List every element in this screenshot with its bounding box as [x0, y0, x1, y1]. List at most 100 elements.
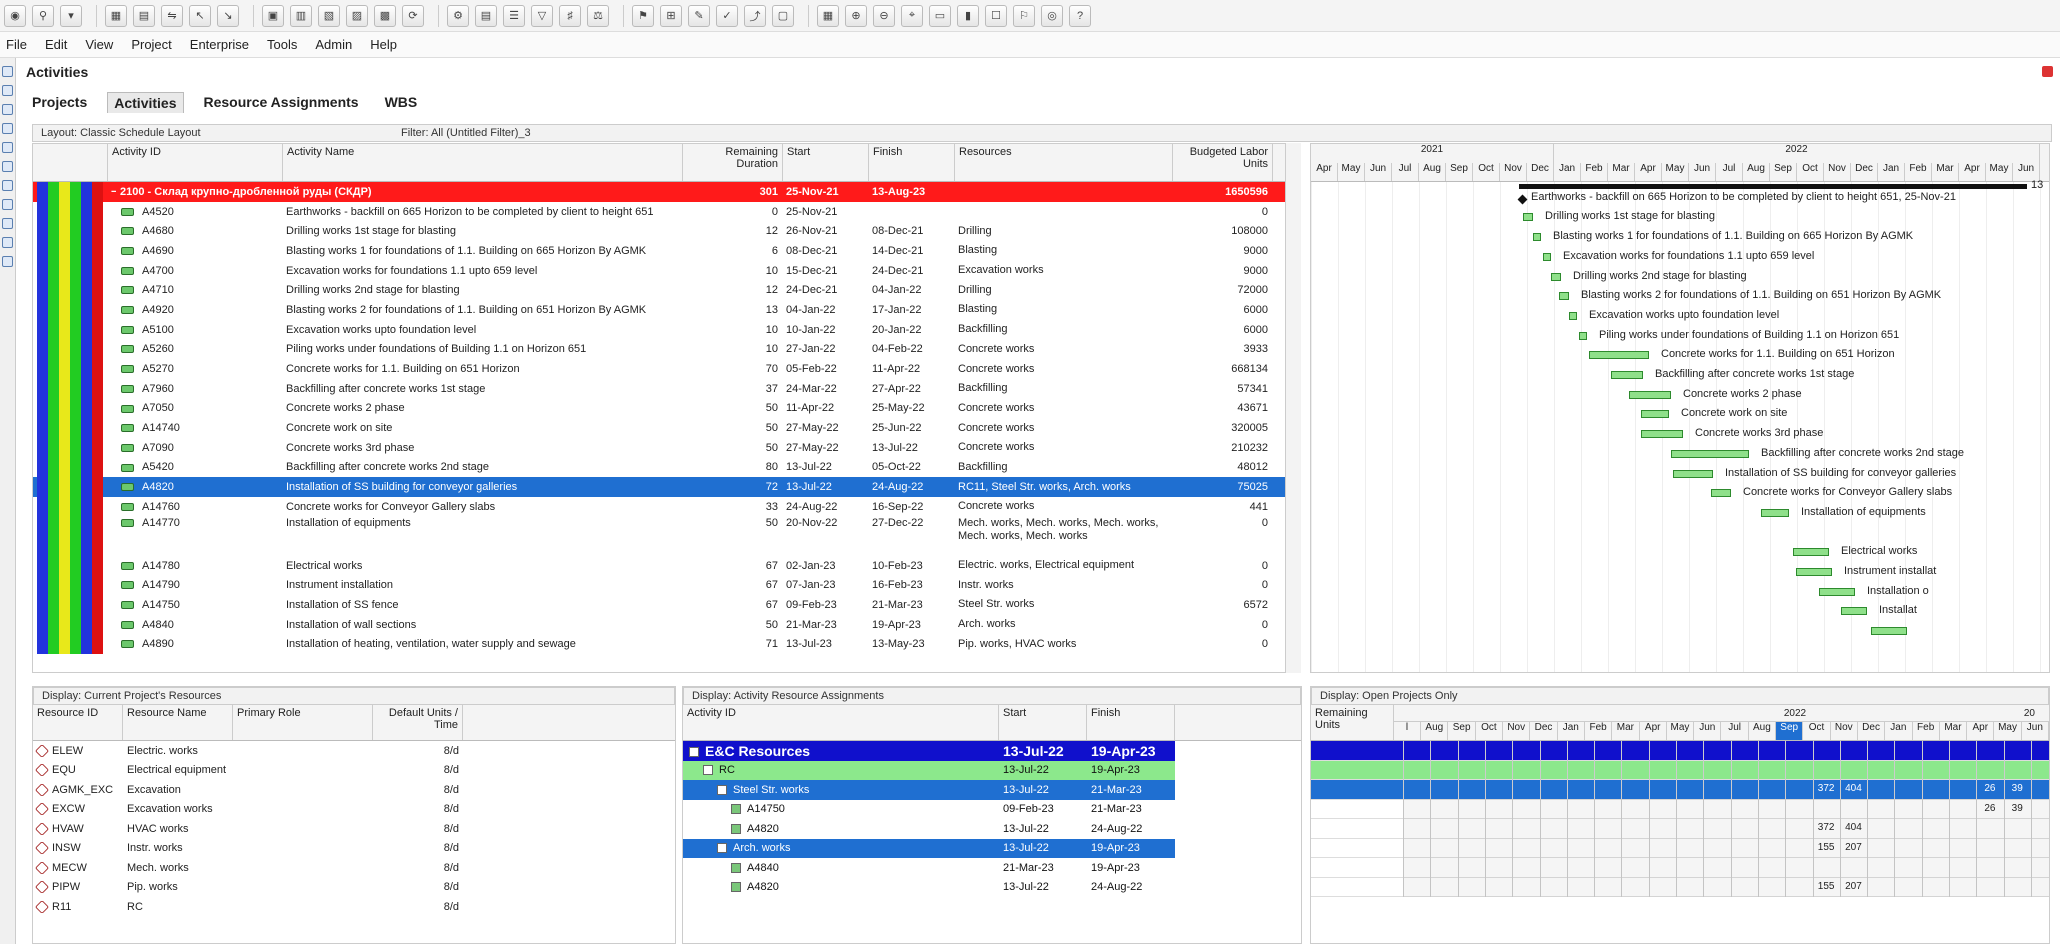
table-row[interactable]: A14770 Installation of equipments 50 20-Nov…	[33, 516, 1292, 556]
table-row[interactable]: A7050 Concrete works 2 phase 50 11-Apr-22 25…	[33, 398, 1292, 419]
menu-item-admin[interactable]: Admin	[315, 37, 352, 52]
menu-item-edit[interactable]: Edit	[45, 37, 67, 52]
toolbar-button-icon[interactable]: ▥	[290, 4, 312, 27]
dock-icon[interactable]	[2, 180, 13, 191]
menu-item-view[interactable]: View	[85, 37, 113, 52]
toolbar-button-icon[interactable]: ▢	[772, 4, 794, 27]
dock-icon[interactable]	[2, 237, 13, 248]
toolbar-button-icon[interactable]: ⚖	[587, 4, 609, 27]
close-icon[interactable]	[2042, 66, 2053, 77]
col-header[interactable]: Start	[783, 144, 869, 181]
resource-row[interactable]: INSW Instr. works 8/d	[33, 839, 675, 859]
assignment-row[interactable]: Steel Str. works 13-Jul-22 21-Mar-23	[683, 780, 1175, 800]
toolbar-button-icon[interactable]: ▤	[133, 4, 155, 27]
table-row[interactable]: A5260 Piling works under foundations of B…	[33, 339, 1292, 360]
col-header[interactable]: Activity Name	[283, 144, 683, 181]
toolbar-button-icon[interactable]: ⚐	[1013, 4, 1035, 27]
tab-resource-assignments[interactable]: Resource Assignments	[198, 92, 365, 113]
assignment-row[interactable]: A14750 09-Feb-23 21-Mar-23	[683, 799, 1175, 819]
assignment-col-header[interactable]: Start	[999, 705, 1087, 740]
toolbar-button-icon[interactable]: ▨	[346, 4, 368, 27]
dock-icon[interactable]	[2, 161, 13, 172]
table-row[interactable]: A4700 Excavation works for foundations 1.…	[33, 260, 1292, 281]
resource-row[interactable]: AGMK_EXC Excavation 8/d	[33, 780, 675, 800]
toolbar-button-icon[interactable]: ☐	[985, 4, 1007, 27]
col-header[interactable]: Activity ID	[108, 144, 283, 181]
table-row[interactable]: A14740 Concrete work on site 50 27-May-22 25…	[33, 418, 1292, 438]
table-row[interactable]: A14760 Concrete works for Conveyor Galler…	[33, 497, 1292, 517]
col-header[interactable]: Finish	[869, 144, 955, 181]
resource-col-header[interactable]: Default Units / Time	[373, 705, 463, 740]
toolbar-button-icon[interactable]: ☰	[503, 4, 525, 27]
table-row[interactable]: A7090 Concrete works 3rd phase 50 27-May-22…	[33, 437, 1292, 458]
dock-icon[interactable]	[2, 66, 13, 77]
resource-row[interactable]: EXCW Excavation works 8/d	[33, 800, 675, 820]
table-row[interactable]: A4840 Installation of wall sections 50 21-M…	[33, 614, 1292, 635]
toolbar-button-icon[interactable]: ◉	[4, 4, 26, 27]
menu-item-help[interactable]: Help	[370, 37, 397, 52]
toolbar-button-icon[interactable]: ⊞	[660, 4, 682, 27]
toolbar-button-icon[interactable]: ⟳	[402, 4, 424, 27]
tab-projects[interactable]: Projects	[26, 92, 93, 113]
table-row[interactable]: A4710 Drilling works 2nd stage for blasti…	[33, 280, 1292, 301]
toolbar-button-icon[interactable]: ⚑	[632, 4, 654, 27]
dock-icon[interactable]	[2, 142, 13, 153]
toolbar-button-icon[interactable]: ▽	[531, 4, 553, 27]
toolbar-button-icon[interactable]: ▦	[817, 4, 839, 27]
dock-icon[interactable]	[2, 199, 13, 210]
toolbar-button-icon[interactable]: ⇋	[161, 4, 183, 27]
toolbar-button-icon[interactable]: ▾	[60, 4, 82, 27]
table-row[interactable]: A14750 Installation of SS fence 67 09-Feb-2…	[33, 595, 1292, 615]
resource-row[interactable]: HVAW HVAC works 8/d	[33, 819, 675, 839]
col-header[interactable]: Resources	[955, 144, 1173, 181]
resource-row[interactable]: R11 RC 8/d	[33, 897, 675, 917]
table-row[interactable]: A5420 Backfilling after concrete works 2n…	[33, 457, 1292, 478]
menu-item-project[interactable]: Project	[131, 37, 171, 52]
dock-icon[interactable]	[2, 218, 13, 229]
col-header[interactable]: Budgeted Labor Units	[1173, 144, 1273, 181]
assignment-row[interactable]: RC 13-Jul-22 19-Apr-23	[683, 760, 1175, 780]
toolbar-button-icon[interactable]: ⚙	[447, 4, 469, 27]
group-expand-icon[interactable]	[689, 747, 699, 758]
toolbar-button-icon[interactable]: ⊕	[845, 4, 867, 27]
resource-col-header[interactable]: Resource ID	[33, 705, 123, 740]
resource-row[interactable]: ELEW Electric. works 8/d	[33, 741, 675, 761]
toolbar-button-icon[interactable]: ↘	[217, 4, 239, 27]
dock-icon[interactable]	[2, 256, 13, 267]
toolbar-button-icon[interactable]: ✎	[688, 4, 710, 27]
dock-icon[interactable]	[2, 123, 13, 134]
toolbar-button-icon[interactable]: ?	[1069, 4, 1091, 27]
group-expand-icon[interactable]	[717, 784, 727, 795]
toolbar-button-icon[interactable]: ▦	[105, 4, 127, 27]
assignment-row[interactable]: A4820 13-Jul-22 24-Aug-22	[683, 877, 1175, 897]
toolbar-button-icon[interactable]: ↖	[189, 4, 211, 27]
assignment-col-header[interactable]: Activity ID	[683, 705, 999, 740]
wbs-row[interactable]: −2100 - Склад крупно-дробленной руды (СК…	[33, 182, 1292, 202]
toolbar-button-icon[interactable]: ♯	[559, 4, 581, 27]
table-row[interactable]: A14790 Instrument installation 67 07-Jan-23…	[33, 575, 1292, 596]
col-header[interactable]: Remaining Duration	[683, 144, 783, 181]
assignment-row[interactable]: A4840 21-Mar-23 19-Apr-23	[683, 858, 1175, 878]
layout-label[interactable]: Layout: Classic Schedule Layout	[41, 127, 401, 139]
toolbar-button-icon[interactable]: ⤴	[744, 4, 766, 27]
table-row[interactable]: A5100 Excavation works upto foundation le…	[33, 319, 1292, 340]
table-row[interactable]: A4690 Blasting works 1 for foundations of…	[33, 241, 1292, 261]
group-expand-icon[interactable]	[717, 843, 727, 854]
table-row[interactable]: A14780 Electrical works 67 02-Jan-23 10-Feb-…	[33, 555, 1292, 576]
wbs-expand-icon[interactable]: −	[107, 186, 116, 198]
assignment-row[interactable]: Arch. works 13-Jul-22 19-Apr-23	[683, 838, 1175, 858]
resource-row[interactable]: MECW Mech. works 8/d	[33, 858, 675, 878]
assignment-col-header[interactable]: Finish	[1087, 705, 1175, 740]
resource-row[interactable]: EQU Electrical equipment 8/d	[33, 761, 675, 781]
table-row[interactable]: A7960 Backfilling after concrete works 1s…	[33, 378, 1292, 399]
tab-wbs[interactable]: WBS	[379, 92, 424, 113]
toolbar-button-icon[interactable]: ✓	[716, 4, 738, 27]
table-row[interactable]: A4920 Blasting works 2 for foundations of…	[33, 300, 1292, 320]
toolbar-button-icon[interactable]: ▩	[374, 4, 396, 27]
table-row[interactable]: A4820 Installation of SS building for con…	[33, 477, 1292, 497]
group-expand-icon[interactable]	[703, 765, 713, 776]
menu-item-file[interactable]: File	[6, 37, 27, 52]
menu-item-enterprise[interactable]: Enterprise	[190, 37, 249, 52]
toolbar-button-icon[interactable]: ◎	[1041, 4, 1063, 27]
toolbar-button-icon[interactable]: ▭	[929, 4, 951, 27]
